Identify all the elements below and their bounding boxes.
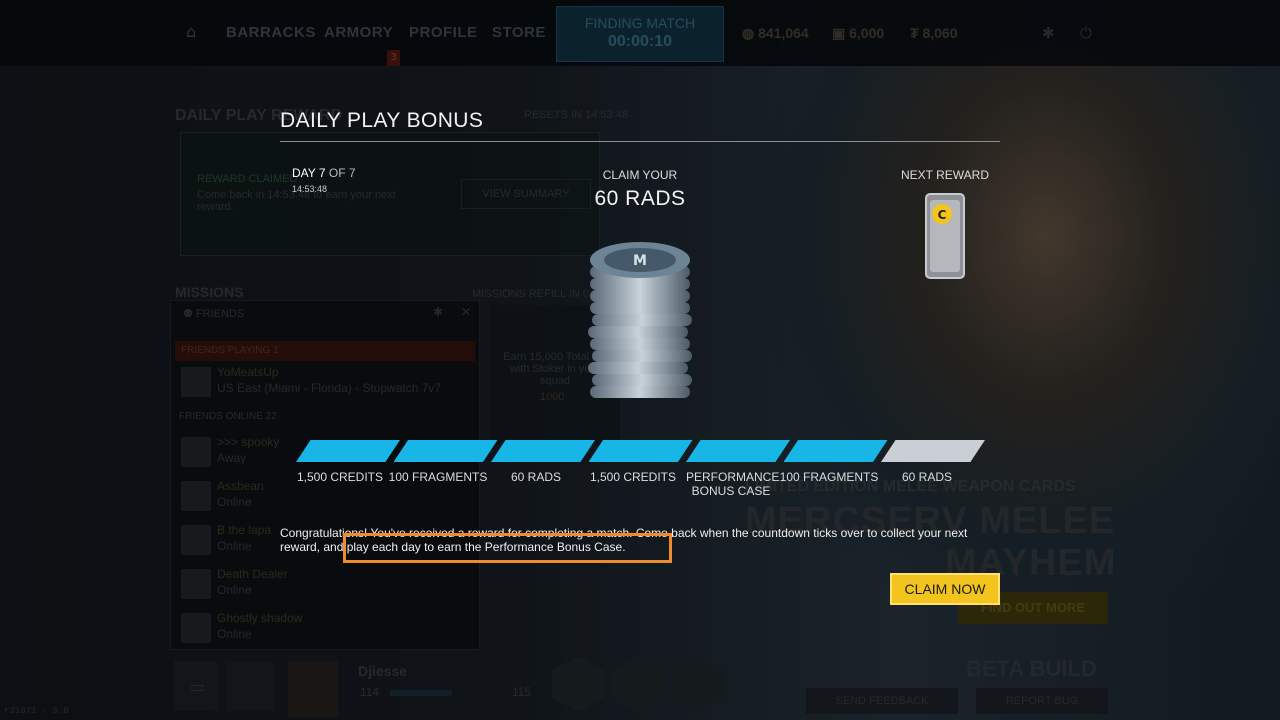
reward-label-day-6: 100 FRAGMENTS — [779, 470, 879, 484]
highlight-box — [343, 533, 672, 563]
next-reward-label: NEXT REWARD — [900, 168, 989, 182]
reward-label-day-4: 1,500 CREDITS — [589, 470, 677, 484]
progress-segment-day-5 — [686, 440, 790, 462]
claim-your-label: CLAIM YOUR — [602, 168, 678, 182]
progress-segment-day-1 — [296, 440, 400, 462]
progress-segment-day-6 — [783, 440, 888, 462]
progress-segment-day-7 — [881, 440, 985, 462]
progress-segment-day-3 — [491, 440, 595, 462]
reward-label-day-1: 1,500 CREDITS — [296, 470, 384, 484]
reset-timer: 14:53:48 — [292, 184, 328, 194]
day-counter: DAY 7 OF 7 — [292, 166, 356, 180]
modal-title: DAILY PLAY BONUS — [280, 109, 484, 132]
performance-bonus-case-icon: C — [925, 193, 965, 279]
progress-segment-day-4 — [588, 440, 693, 462]
reward-label-day-7: 60 RADS — [901, 470, 953, 484]
reward-label-day-3: 60 RADS — [510, 470, 562, 484]
claim-now-button[interactable]: CLAIM NOW — [890, 573, 1000, 605]
reward-progress-track — [296, 440, 996, 462]
reward-label-day-2: 100 FRAGMENTS — [388, 470, 488, 484]
day-of-label: OF 7 — [328, 166, 356, 180]
claim-amount: 60 RADS — [594, 187, 686, 210]
svg-text:C: C — [938, 208, 947, 222]
title-divider — [280, 141, 1000, 142]
svg-text:M: M — [633, 253, 647, 269]
rads-chip-stack-icon: M — [588, 242, 692, 398]
progress-segment-day-2 — [393, 440, 498, 462]
day-label: DAY 7 — [292, 166, 326, 180]
reward-label-day-5: PERFORMANCE BONUS CASE — [686, 470, 780, 498]
